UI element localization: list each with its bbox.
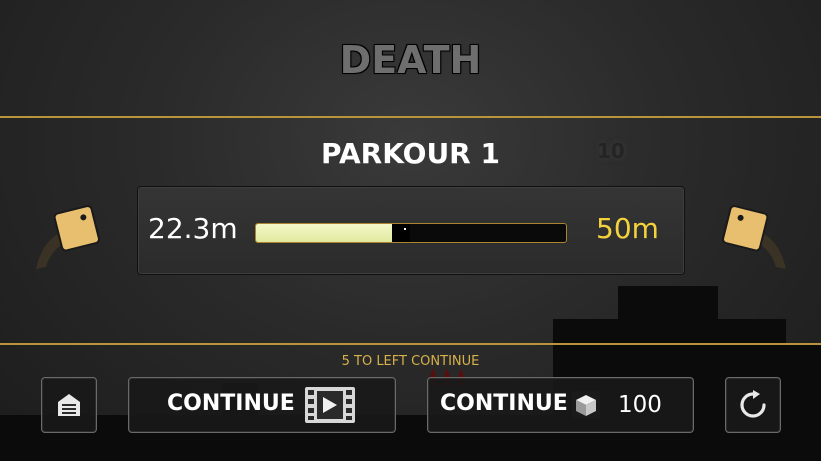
continue-video-label: CONTINUE <box>167 391 295 416</box>
video-ad-icon <box>305 387 355 423</box>
restart-button[interactable] <box>725 377 781 433</box>
screen-title: DEATH <box>339 38 482 82</box>
current-distance: 22.3m <box>148 212 238 245</box>
goal-distance: 50m <box>596 212 659 245</box>
top-divider <box>0 116 821 118</box>
restart-icon <box>740 390 766 418</box>
background-silhouette <box>0 415 821 461</box>
cube-character-right <box>722 205 786 269</box>
level-name: PARKOUR 1 <box>321 137 500 170</box>
continue-cube-cost: 100 <box>618 392 662 418</box>
home-icon <box>58 394 80 416</box>
continue-cube-button[interactable]: CONTINUE 100 <box>427 377 694 433</box>
continue-cube-label: CONTINUE <box>440 391 568 416</box>
progress-bar <box>255 223 567 243</box>
level-badge: 10 <box>597 139 625 163</box>
cube-character-left <box>36 205 100 269</box>
continue-notice: 5 TO LEFT CONTINUE <box>341 354 480 369</box>
player-marker <box>392 224 411 242</box>
bottom-divider <box>0 343 821 345</box>
cube-icon <box>572 391 600 419</box>
progress-fill <box>256 224 395 242</box>
home-button[interactable] <box>41 377 97 433</box>
continue-video-button[interactable]: CONTINUE <box>128 377 396 433</box>
